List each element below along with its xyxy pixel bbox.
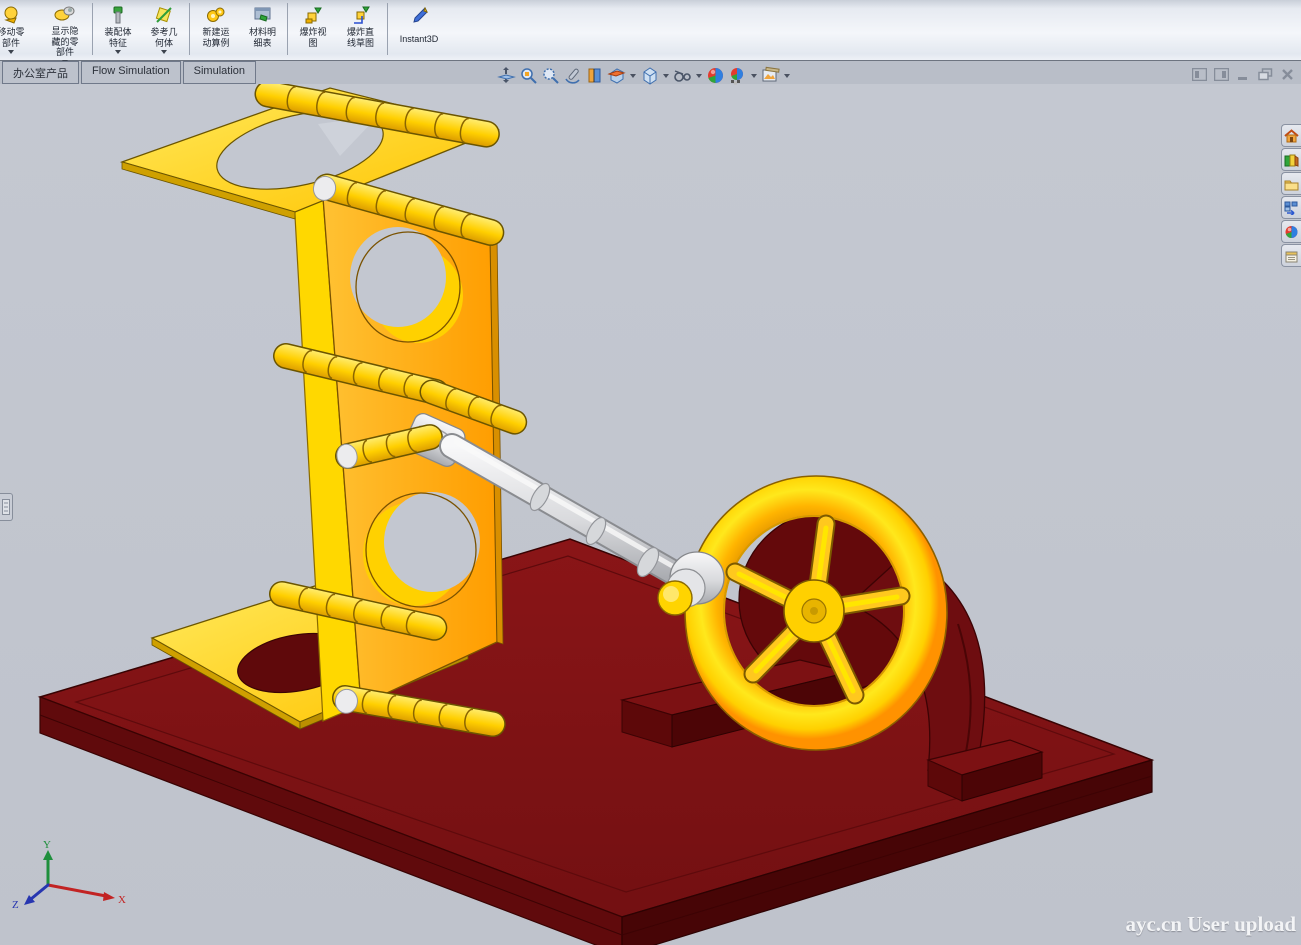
collapse-right-pane-icon[interactable] [1214, 68, 1229, 81]
window-controls [1192, 68, 1295, 81]
new-motion-study-icon [204, 3, 228, 26]
reference-geometry-button[interactable]: 参考几何体 [141, 0, 187, 58]
dropdown-arrow-icon[interactable] [784, 74, 790, 78]
apply-scene-icon[interactable] [761, 66, 780, 85]
close-icon[interactable] [1280, 68, 1295, 81]
home-icon [1284, 129, 1299, 143]
explode-line-sketch-button[interactable]: 爆炸直线草图 [336, 0, 385, 58]
explode-line-sketch-icon [350, 3, 372, 26]
bracket-tower[interactable] [122, 84, 518, 739]
dropdown-arrow-icon[interactable] [696, 74, 702, 78]
dropdown-arrow-icon[interactable] [161, 50, 167, 54]
toolbar-separator [92, 3, 93, 55]
button-label: 装配体特征 [103, 27, 133, 48]
zoom-to-area-icon[interactable] [519, 66, 538, 85]
button-label: 爆炸视图 [298, 27, 328, 48]
assembly-features-button[interactable]: 装配体特征 [95, 0, 141, 58]
button-label: 参考几何体 [149, 27, 179, 48]
zoom-in-out-icon[interactable] [541, 66, 560, 85]
folder-icon [1284, 177, 1299, 191]
feature-tree-splitter[interactable] [0, 493, 13, 521]
show-hidden-components-button[interactable]: 显示隐藏的零部件 [40, 0, 90, 58]
task-pane-appearances-tab[interactable] [1281, 220, 1301, 243]
watermark-text: ayc.cn User upload [1125, 912, 1296, 937]
collapse-left-pane-icon[interactable] [1192, 68, 1207, 81]
reference-geometry-icon [153, 3, 175, 26]
tab-simulation[interactable]: Simulation [183, 61, 256, 84]
button-label: 移动零部件 [0, 27, 26, 48]
solidworks-window: { "commandbar": { "buttons": [ {"label":… [0, 0, 1301, 945]
splitter-grip-icon [2, 499, 10, 515]
button-label: Instant3D [390, 34, 448, 45]
task-pane-tabs [1281, 124, 1301, 267]
dropdown-arrow-icon[interactable] [8, 50, 14, 54]
triad-x-label: X [118, 894, 126, 906]
design-library-icon [1284, 153, 1299, 167]
instant3d-button[interactable]: Instant3D [390, 0, 448, 58]
task-pane-custom-properties-tab[interactable] [1281, 244, 1301, 267]
model-scene: Y X Z [0, 84, 1301, 945]
graphics-viewport[interactable]: Y X Z ayc.cn User upload [0, 84, 1301, 945]
task-pane-home-tab[interactable] [1281, 124, 1301, 147]
appearances-scenes-icon [1284, 225, 1299, 239]
hide-show-items-icon[interactable] [706, 66, 725, 85]
heads-up-view-toolbar [497, 66, 791, 85]
dropdown-arrow-icon[interactable] [751, 74, 757, 78]
edit-appearance-icon[interactable] [728, 66, 747, 85]
dropdown-arrow-icon[interactable] [663, 74, 669, 78]
move-component-button[interactable]: 移动零部件 [0, 0, 38, 58]
zoom-to-fit-icon[interactable] [497, 66, 516, 85]
toolbar-separator [287, 3, 288, 55]
dropdown-arrow-icon[interactable] [115, 50, 121, 54]
button-label: 新建运动算例 [201, 27, 231, 48]
triad-y-label: Y [43, 839, 51, 851]
custom-properties-icon [1284, 249, 1299, 263]
new-motion-study-button[interactable]: 新建运动算例 [192, 0, 240, 58]
restore-icon[interactable] [1258, 68, 1273, 81]
base-plate[interactable] [40, 539, 1152, 945]
toolbar-separator [189, 3, 190, 55]
instant3d-icon [407, 3, 431, 26]
orientation-triad: Y X Z [12, 839, 126, 911]
pan-view-icon[interactable] [585, 66, 604, 85]
tab-office-products[interactable]: 办公室产品 [2, 61, 79, 84]
view-palette-icon [1284, 201, 1299, 215]
view-orientation-icon[interactable] [640, 66, 659, 85]
task-pane-design-library-tab[interactable] [1281, 148, 1301, 171]
move-component-icon [0, 3, 22, 26]
toolbar-separator [387, 3, 388, 55]
assembly-features-icon [107, 3, 129, 26]
task-pane-file-explorer-tab[interactable] [1281, 172, 1301, 195]
triad-z-label: Z [12, 899, 19, 911]
exploded-view-icon [302, 3, 324, 26]
rotate-view-icon[interactable] [563, 66, 582, 85]
move-component-button-clipped: 移动零部件 [0, 0, 40, 58]
show-hidden-components-icon [53, 3, 77, 25]
minimize-icon[interactable] [1236, 68, 1251, 81]
dropdown-arrow-icon[interactable] [630, 74, 636, 78]
command-manager-toolbar: 移动零部件 显示隐藏的零部件 装配体特征 参考几何体 新建运动算例 [0, 0, 1301, 61]
section-view-icon[interactable] [607, 66, 626, 85]
task-pane-view-palette-tab[interactable] [1281, 196, 1301, 219]
bill-of-materials-button[interactable]: 材料明细表 [240, 0, 285, 58]
display-style-icon[interactable] [673, 66, 692, 85]
button-label: 材料明细表 [248, 27, 278, 48]
exploded-view-button[interactable]: 爆炸视图 [290, 0, 336, 58]
button-label: 显示隐藏的零部件 [50, 26, 80, 58]
bill-of-materials-icon [251, 3, 275, 26]
button-label: 爆炸直线草图 [346, 27, 376, 48]
tab-flow-simulation[interactable]: Flow Simulation [81, 61, 181, 84]
